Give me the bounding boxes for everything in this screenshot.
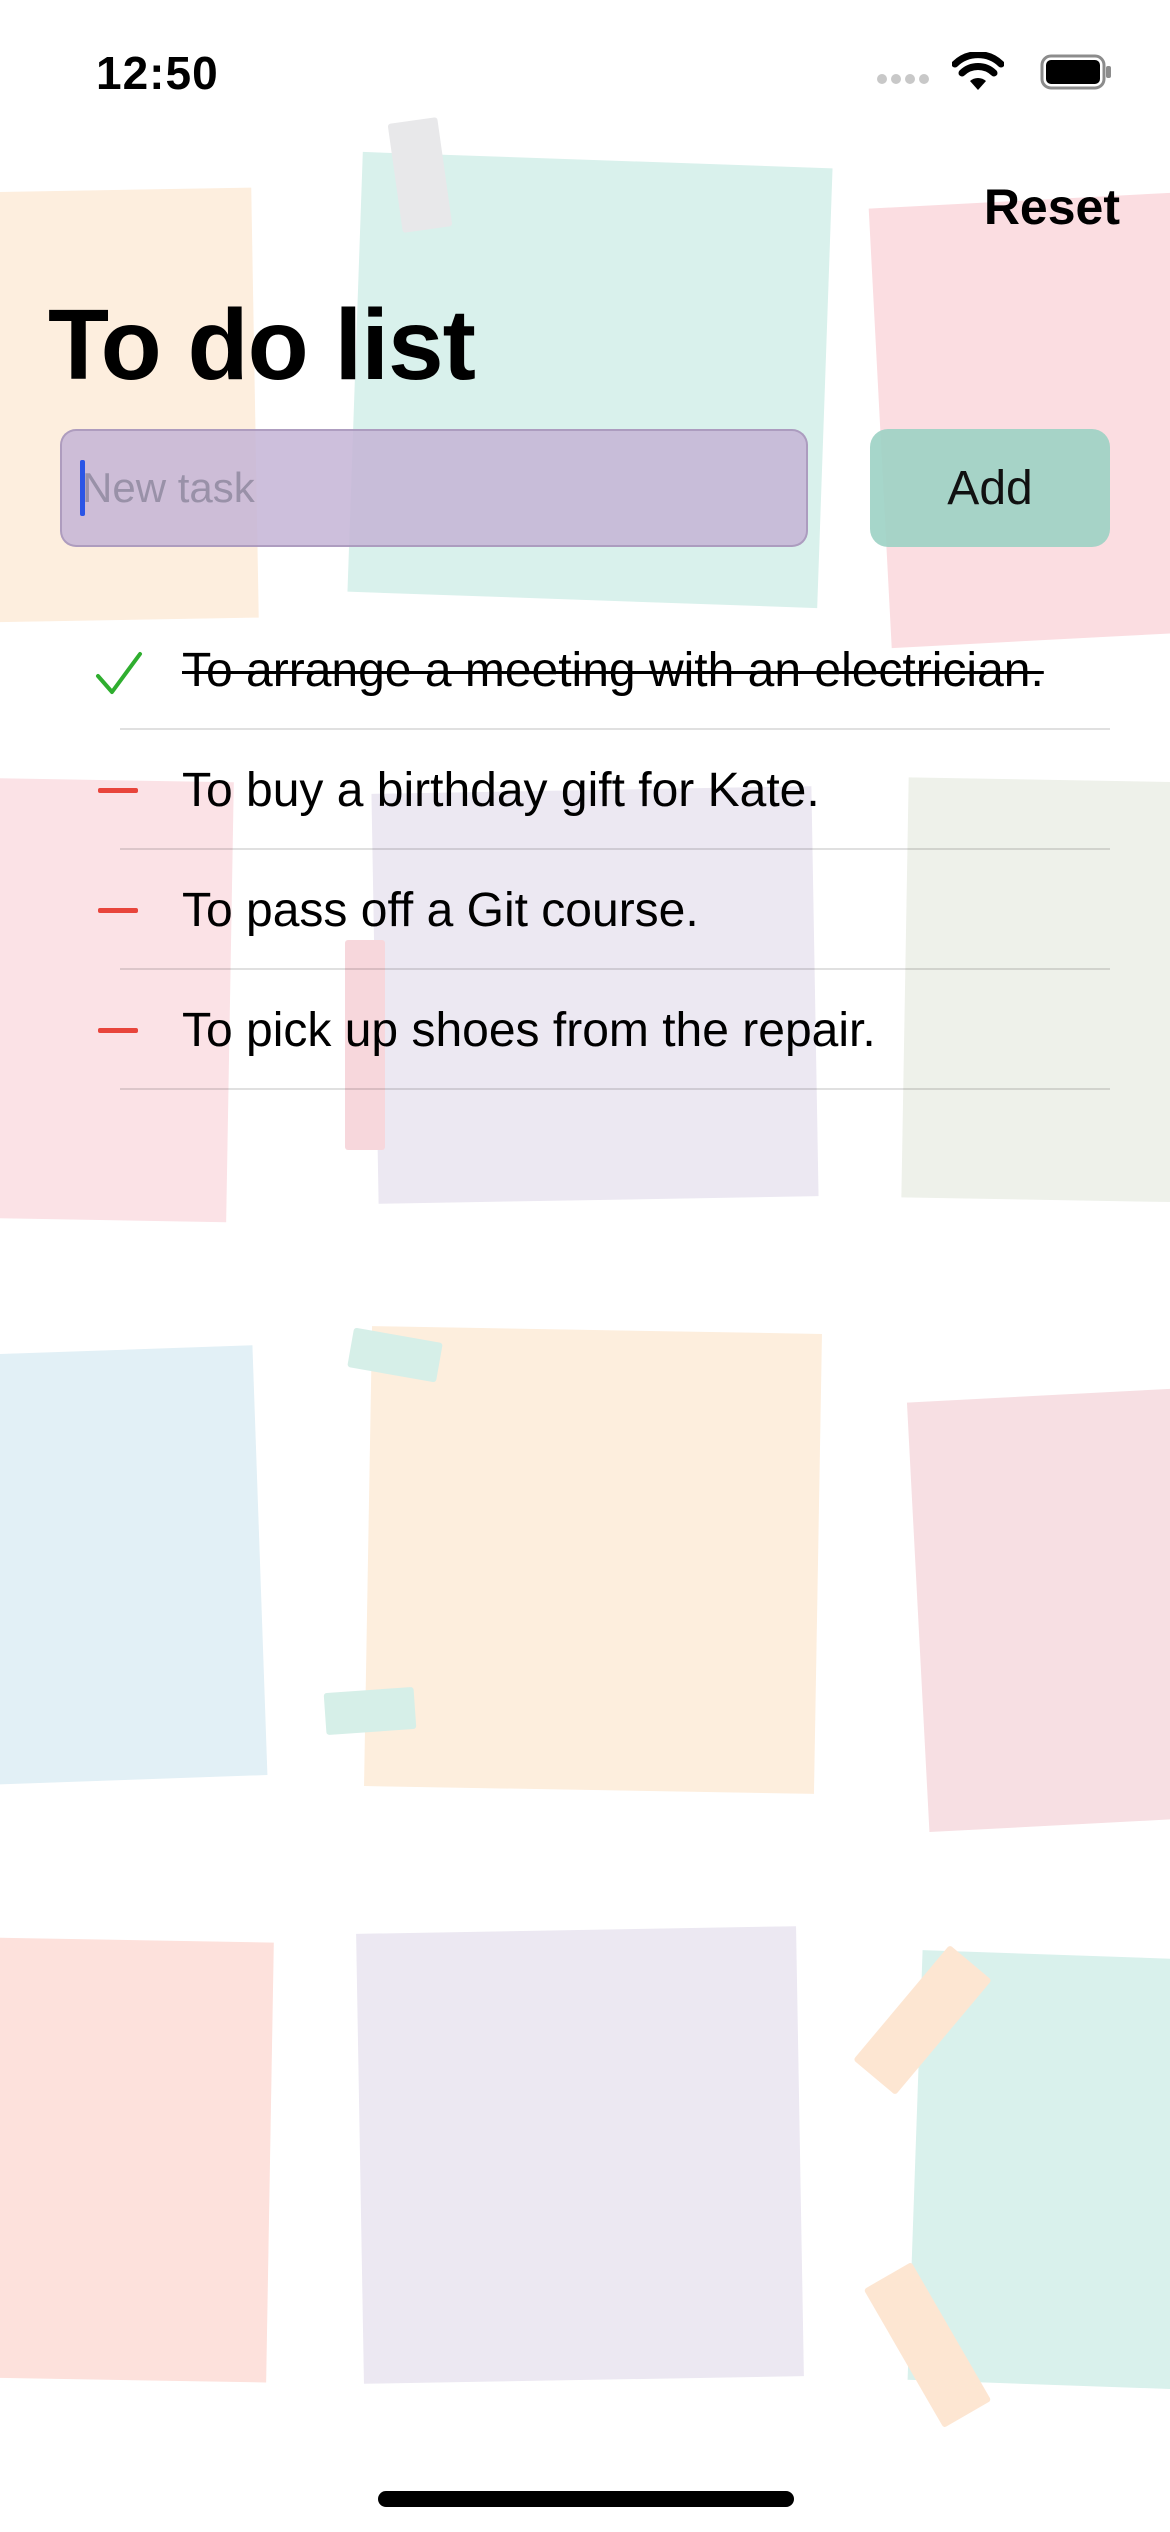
- note-shape: [0, 1937, 274, 2383]
- text-cursor: [80, 460, 85, 516]
- task-text: To pick up shoes from the repair.: [182, 1004, 876, 1057]
- new-task-input[interactable]: [60, 429, 808, 547]
- status-bar: 12:50: [0, 0, 1170, 150]
- note-shape: [364, 1326, 822, 1794]
- task-row[interactable]: To arrange a meeting with an electrician…: [0, 610, 1170, 730]
- dash-icon: [98, 1028, 138, 1033]
- task-row[interactable]: To buy a birthday gift for Kate.: [0, 730, 1170, 850]
- task-text: To arrange a meeting with an electrician…: [182, 644, 1044, 697]
- note-shape: [0, 187, 259, 623]
- task-list: To arrange a meeting with an electrician…: [0, 610, 1170, 1090]
- task-text: To buy a birthday gift for Kate.: [182, 764, 820, 817]
- dash-icon: [98, 788, 138, 793]
- note-shape: [906, 1387, 1170, 1833]
- note-shape: [868, 191, 1170, 649]
- row-divider: [120, 1088, 1110, 1090]
- note-shape: [356, 1926, 804, 2384]
- task-text: To pass off a Git course.: [182, 884, 699, 937]
- page-title: To do list: [48, 289, 476, 401]
- home-indicator[interactable]: [378, 2491, 794, 2507]
- battery-icon: [1040, 54, 1111, 90]
- status-time: 12:50: [96, 47, 219, 99]
- task-row[interactable]: To pass off a Git course.: [0, 850, 1170, 970]
- reset-button[interactable]: Reset: [984, 178, 1120, 236]
- signal-icon: [877, 74, 929, 84]
- note-shape: [0, 1345, 268, 1785]
- add-task-button[interactable]: Add: [870, 429, 1110, 547]
- task-row[interactable]: To pick up shoes from the repair.: [0, 970, 1170, 1090]
- dash-icon: [98, 908, 138, 913]
- checkmark-icon: [96, 652, 142, 694]
- tape-shape: [323, 1686, 417, 1736]
- wifi-icon: [952, 52, 1004, 90]
